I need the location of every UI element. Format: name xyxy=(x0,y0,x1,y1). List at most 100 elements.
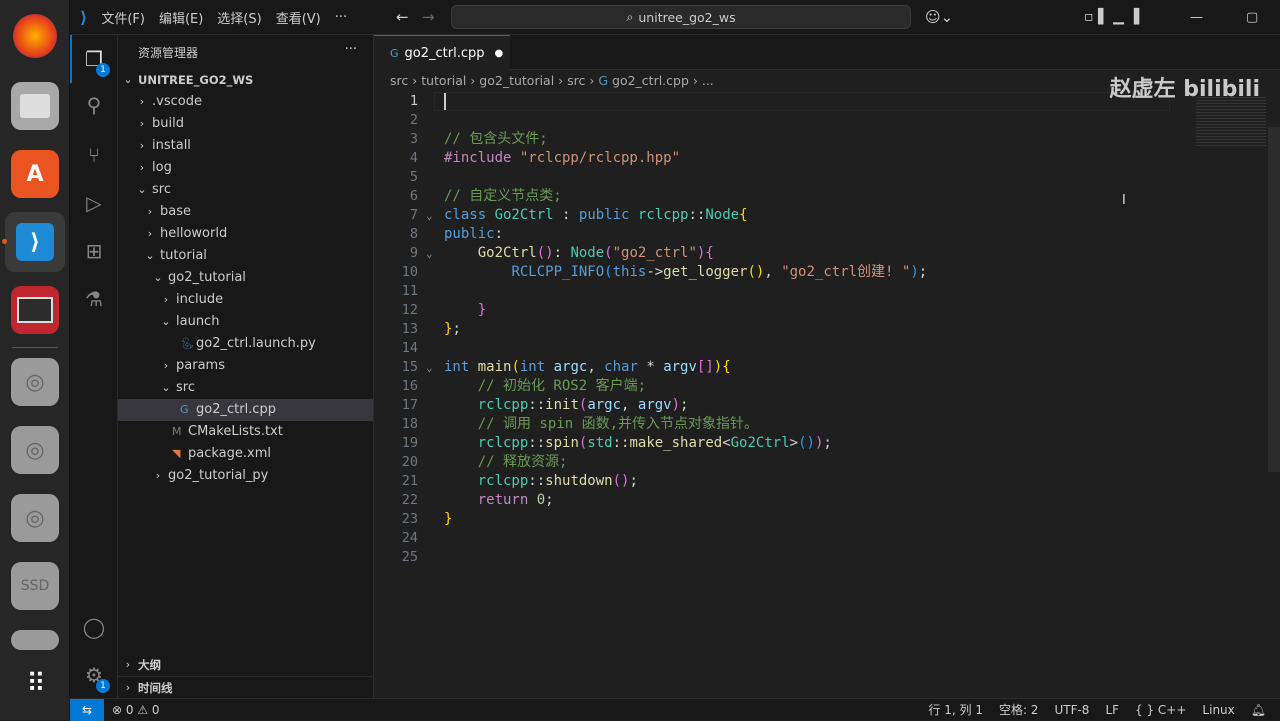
end-of-line[interactable]: LF xyxy=(1105,703,1119,717)
menu-view[interactable]: 查看(V) xyxy=(276,8,321,27)
breadcrumb-item[interactable]: go2_ctrl.cpp xyxy=(612,73,689,88)
code-token: ( xyxy=(604,245,613,261)
tree-item[interactable]: M CMakeLists.txt xyxy=(118,421,373,443)
line-number: 5 xyxy=(409,169,418,185)
tree-item[interactable]: › log xyxy=(118,157,373,179)
fold-chevron-icon[interactable]: ⌄ xyxy=(426,206,433,225)
tree-item[interactable]: ⌄ launch xyxy=(118,311,373,333)
tree-item-label: log xyxy=(152,160,172,175)
search-label: unitree_go2_ws xyxy=(638,9,736,25)
account-icon[interactable]: ◯ xyxy=(70,607,118,647)
app-center-icon[interactable]: A xyxy=(11,150,59,198)
tree-item[interactable]: ◥ package.xml xyxy=(118,443,373,465)
tree-item[interactable]: Ggo2_ctrl.cpp xyxy=(118,399,373,421)
disk-icon[interactable]: ◎ xyxy=(11,426,59,474)
language-mode[interactable]: { } C++ xyxy=(1135,703,1186,717)
settings-gear-icon[interactable]: ⚙ 1 xyxy=(70,655,118,695)
tree-item[interactable]: ⌄ src xyxy=(118,377,373,399)
tree-item[interactable]: ⌄ go2_tutorial xyxy=(118,267,373,289)
tree-item[interactable]: › helloworld xyxy=(118,223,373,245)
cmake-file-icon: M xyxy=(172,425,182,438)
forward-arrow-icon[interactable]: → xyxy=(422,8,435,26)
code-line: RCLCPP_INFO(this->get_logger(), "go2_ctr… xyxy=(444,263,927,282)
minimap[interactable] xyxy=(1196,97,1266,147)
remote-indicator-icon[interactable]: ⇆ xyxy=(70,698,104,721)
menu-selection[interactable]: 选择(S) xyxy=(217,8,261,27)
run-debug-icon[interactable]: ▷ xyxy=(70,183,118,223)
tree-item[interactable]: › params xyxy=(118,355,373,377)
code-token: () xyxy=(747,264,765,280)
menu-file[interactable]: 文件(F) xyxy=(101,8,145,27)
extensions-icon[interactable]: ⊞ xyxy=(70,231,118,271)
line-number: 13 xyxy=(401,321,418,337)
copilot-icon[interactable]: ☺⌄ xyxy=(925,8,953,26)
code-line: } xyxy=(444,301,486,320)
notifications-bell-icon[interactable]: 🔔︎ xyxy=(1251,703,1266,717)
code-token: * xyxy=(646,359,664,375)
tree-item-label: launch xyxy=(176,314,220,329)
encoding[interactable]: UTF-8 xyxy=(1054,703,1089,717)
menu-more[interactable]: ··· xyxy=(335,10,347,25)
disk-icon[interactable]: ◎ xyxy=(11,494,59,542)
tab-go2-ctrl-cpp[interactable]: Ggo2_ctrl.cpp ● xyxy=(374,35,510,70)
code-token: :: xyxy=(528,435,546,451)
problems-indicator[interactable]: ⊗ 0 ⚠ 0 xyxy=(112,703,160,717)
testing-icon[interactable]: ⚗ xyxy=(70,279,118,319)
firefox-icon[interactable] xyxy=(13,14,57,58)
breadcrumb-item[interactable]: ... xyxy=(702,73,714,88)
tree-item[interactable]: › install xyxy=(118,135,373,157)
fold-chevron-icon[interactable]: ⌄ xyxy=(426,244,433,263)
breadcrumb-item[interactable]: go2_tutorial xyxy=(479,73,554,88)
layout-icons[interactable]: ▫ ▌ ▁ ▐ xyxy=(1084,9,1139,25)
more-actions-button[interactable]: ··· xyxy=(345,42,357,57)
breadcrumb-item[interactable]: src xyxy=(390,73,408,88)
show-apps-icon[interactable]: ⠿ xyxy=(11,660,59,708)
cursor-position[interactable]: 行 1, 列 1 xyxy=(928,701,983,718)
maximize-icon[interactable]: ▢ xyxy=(1246,10,1258,25)
tree-item[interactable]: ⌄ tutorial xyxy=(118,245,373,267)
timeline-section[interactable]: › 时间线 xyxy=(118,676,373,698)
line-number: 25 xyxy=(401,549,418,565)
workspace-root[interactable]: ⌄ UNITREE_GO2_WS xyxy=(118,69,373,91)
breadcrumb-separator: › xyxy=(466,73,480,88)
code-line: // 初始化 ROS2 客户端; xyxy=(444,377,646,396)
platform[interactable]: Linux xyxy=(1202,703,1234,717)
disk-icon[interactable] xyxy=(11,630,59,650)
chevron-down-icon: ⌄ xyxy=(153,271,163,284)
minimize-icon[interactable]: — xyxy=(1190,10,1203,25)
command-center-search[interactable]: ⌕ unitree_go2_ws xyxy=(451,5,911,29)
terminal-icon[interactable] xyxy=(11,286,59,334)
code-token: this xyxy=(612,264,647,280)
tree-item[interactable]: ⌄ src xyxy=(118,179,373,201)
source-control-icon[interactable]: ⑂ xyxy=(70,135,118,175)
tree-item[interactable]: › base xyxy=(118,201,373,223)
disk-icon[interactable]: ◎ xyxy=(11,358,59,406)
explorer-icon[interactable]: ❐ 1 xyxy=(70,39,118,79)
search-icon[interactable]: ⚲ xyxy=(70,85,118,125)
breadcrumb-item[interactable]: tutorial xyxy=(421,73,466,88)
indentation[interactable]: 空格: 2 xyxy=(999,701,1039,718)
code-line: // 释放资源; xyxy=(444,453,568,472)
line-number: 22 xyxy=(401,492,418,508)
menu-edit[interactable]: 编辑(E) xyxy=(159,8,203,27)
tree-item[interactable]: › include xyxy=(118,289,373,311)
tree-item[interactable]: › build xyxy=(118,113,373,135)
tree-item-label: go2_tutorial xyxy=(168,270,246,285)
back-arrow-icon[interactable]: ← xyxy=(396,8,409,26)
tree-item[interactable]: 🐍︎ go2_ctrl.launch.py xyxy=(118,333,373,355)
code-token: { xyxy=(722,359,731,375)
vscode-dock-icon[interactable]: ⟩ xyxy=(5,212,65,272)
vertical-scrollbar[interactable] xyxy=(1268,127,1280,472)
tree-item[interactable]: › go2_tutorial_py xyxy=(118,465,373,487)
breadcrumb-item[interactable]: src xyxy=(567,73,585,88)
tree-item-label: go2_tutorial_py xyxy=(168,468,269,483)
outline-section[interactable]: › 大纲 xyxy=(118,654,373,676)
unsaved-dot-icon[interactable]: ● xyxy=(495,48,504,59)
tree-item[interactable]: › .vscode xyxy=(118,91,373,113)
files-icon[interactable] xyxy=(11,82,59,130)
ssd-icon[interactable]: SSD xyxy=(11,562,59,610)
fold-chevron-icon[interactable]: ⌄ xyxy=(426,358,433,377)
code-token: argc xyxy=(553,359,588,375)
